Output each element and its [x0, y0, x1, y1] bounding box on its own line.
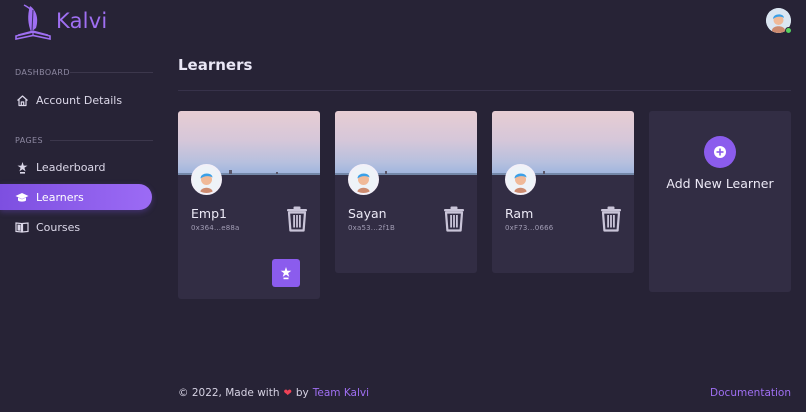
delete-learner-button[interactable]	[443, 206, 465, 232]
add-learner-card[interactable]: Add New Learner	[649, 111, 791, 292]
footer-credits: © 2022, Made with ❤ by Team Kalvi	[178, 387, 369, 399]
learner-address: 0xa53...2f1B	[348, 224, 396, 232]
learner-name: Emp1	[191, 206, 227, 221]
learner-card: Sayan 0xa53...2f1B	[335, 111, 477, 273]
section-divider	[70, 72, 153, 73]
section-divider	[50, 140, 153, 141]
learner-avatar	[505, 164, 536, 195]
avatar-face-icon	[514, 173, 527, 193]
award-icon	[280, 267, 292, 280]
award-learner-button[interactable]	[272, 259, 300, 287]
title-divider	[178, 90, 791, 91]
sidebar-item-label: Account Details	[36, 93, 123, 107]
graduation-cap-icon	[15, 190, 29, 204]
add-learner-label: Add New Learner	[666, 176, 774, 191]
trash-icon	[444, 206, 464, 232]
sidebar-item-account-details[interactable]: Account Details	[0, 87, 152, 113]
learner-name: Sayan	[348, 206, 387, 221]
page-title: Learners	[178, 56, 253, 74]
trophy-icon	[15, 160, 29, 174]
avatar-face-icon	[357, 173, 370, 193]
online-status-dot	[785, 27, 792, 34]
team-kalvi-link[interactable]: Team Kalvi	[313, 387, 369, 399]
brand-name: Kalvi	[56, 9, 108, 33]
documentation-link[interactable]: Documentation	[710, 387, 791, 399]
learner-address: 0xF73...0666	[505, 224, 554, 232]
app-root: Kalvi DASHBOARD Account Details PAGES Le…	[0, 0, 806, 412]
sidebar-item-learners[interactable]: Learners	[0, 184, 152, 210]
delete-learner-button[interactable]	[600, 206, 622, 232]
sidebar-item-label: Learners	[36, 190, 84, 204]
heart-icon: ❤	[283, 387, 292, 399]
trash-icon	[601, 206, 621, 232]
brand-logo[interactable]: Kalvi	[14, 2, 107, 40]
kalvi-logo-icon	[15, 4, 51, 40]
trash-icon	[287, 206, 307, 232]
sidebar-item-leaderboard[interactable]: Leaderboard	[0, 154, 152, 180]
user-avatar[interactable]	[766, 8, 792, 34]
plus-circle-icon	[714, 146, 726, 158]
footer-copyright: © 2022, Made with	[178, 387, 280, 399]
sidebar-section-pages: PAGES	[15, 136, 43, 145]
sidebar-section-dashboard: DASHBOARD	[15, 68, 70, 77]
add-learner-button[interactable]	[704, 136, 736, 168]
footer-by: by	[295, 387, 309, 399]
learner-card: Emp1 0x364...e88a	[178, 111, 320, 299]
home-icon	[15, 93, 29, 107]
learner-address: 0x364...e88a	[191, 224, 240, 232]
sidebar-item-label: Leaderboard	[36, 160, 106, 174]
learner-avatar	[191, 164, 222, 195]
delete-learner-button[interactable]	[286, 206, 308, 232]
learner-card: Ram 0xF73...0666	[492, 111, 634, 273]
sidebar-item-label: Courses	[36, 220, 81, 234]
avatar-face-icon	[200, 173, 213, 193]
learner-avatar	[348, 164, 379, 195]
book-icon	[15, 220, 29, 234]
learner-name: Ram	[505, 206, 534, 221]
sidebar-item-courses[interactable]: Courses	[0, 214, 152, 240]
